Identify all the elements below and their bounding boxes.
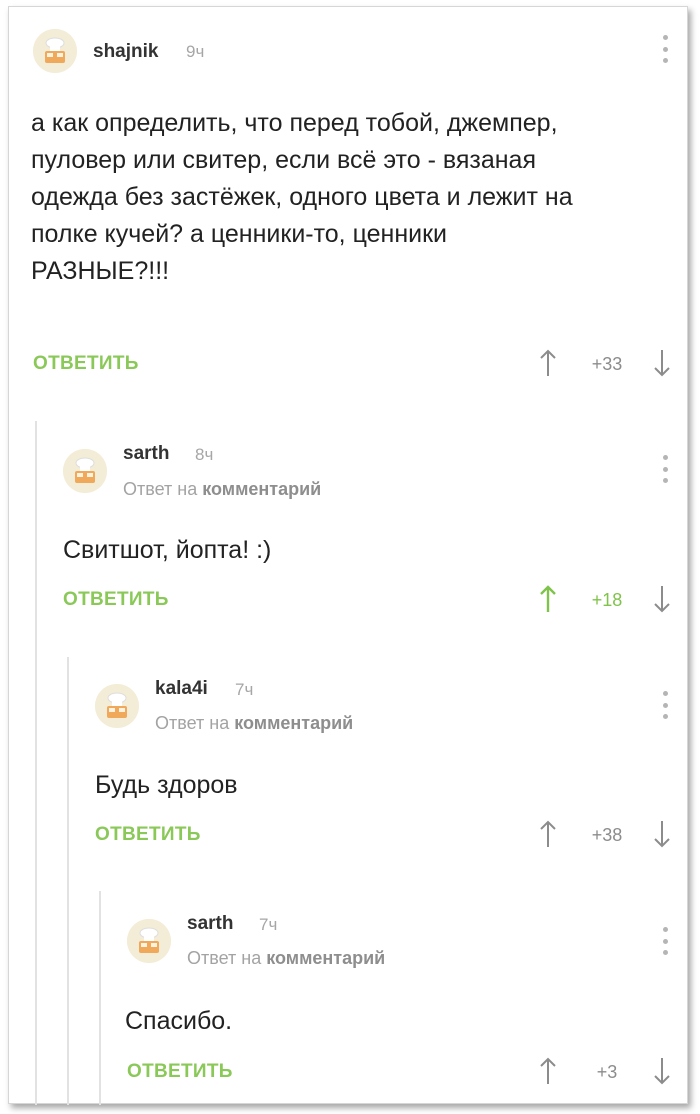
comment-time: 7ч [259,915,278,934]
more-vertical-icon[interactable] [661,927,669,955]
rating-value: +3 [596,1062,618,1082]
arrow-up-icon[interactable] [539,1057,557,1085]
reply-button[interactable]: ОТВЕТИТЬ [127,1061,233,1083]
reply-to-link[interactable]: комментарий [266,948,385,968]
reply-to-prefix: Ответ на [187,948,267,968]
comment-text: Спасибо. [125,1007,233,1035]
reply-to-info: Ответ на комментарий [187,948,385,969]
avatar-icon[interactable] [127,919,171,963]
comments-panel: shajnik 9ч а как определить, что перед т… [8,6,689,1105]
arrow-down-icon[interactable] [653,1057,671,1085]
comment-4: sarth 7ч Ответ на комментарий Спасибо. О… [9,7,689,1105]
comment-author[interactable]: sarth [187,913,233,935]
